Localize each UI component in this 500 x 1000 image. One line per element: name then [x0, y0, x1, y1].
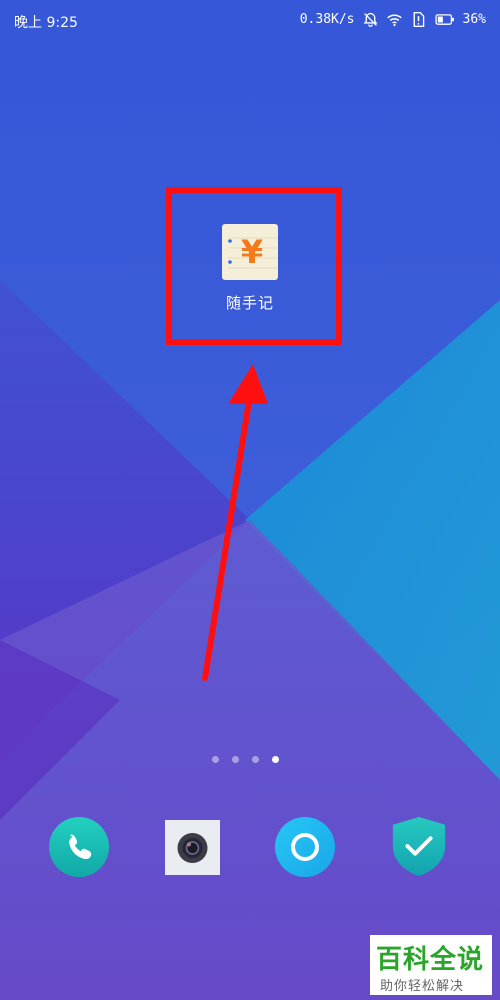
- network-speed: 0.38K/s: [299, 12, 355, 27]
- status-time: 晚上 9:25: [14, 15, 78, 31]
- battery-percent: 36%: [462, 12, 486, 27]
- page-dot-3[interactable]: [252, 756, 259, 763]
- status-bar: 晚上 9:25 0.38K/s 36%: [0, 0, 500, 42]
- wifi-icon: [386, 14, 402, 27]
- camera-icon[interactable]: [165, 820, 220, 875]
- watermark-title: 百科全说: [376, 945, 485, 975]
- shield-check-icon[interactable]: [388, 815, 450, 877]
- highlight-box: [166, 187, 342, 345]
- page-dot-4-active[interactable]: [272, 756, 279, 763]
- page-indicator: [212, 756, 279, 763]
- browser-icon[interactable]: [274, 816, 336, 878]
- phone-icon[interactable]: [48, 816, 110, 878]
- watermark-subtitle: 助你轻松解决: [380, 979, 465, 994]
- status-right-group: 0.38K/s 36%: [300, 11, 486, 28]
- page-dot-1[interactable]: [212, 756, 219, 763]
- page-dot-2[interactable]: [232, 756, 239, 763]
- sim-alert-icon: [413, 12, 424, 27]
- alarm-off-icon: [363, 12, 377, 27]
- watermark: 百科全说 助你轻松解决: [370, 935, 492, 995]
- battery-icon: [434, 14, 454, 25]
